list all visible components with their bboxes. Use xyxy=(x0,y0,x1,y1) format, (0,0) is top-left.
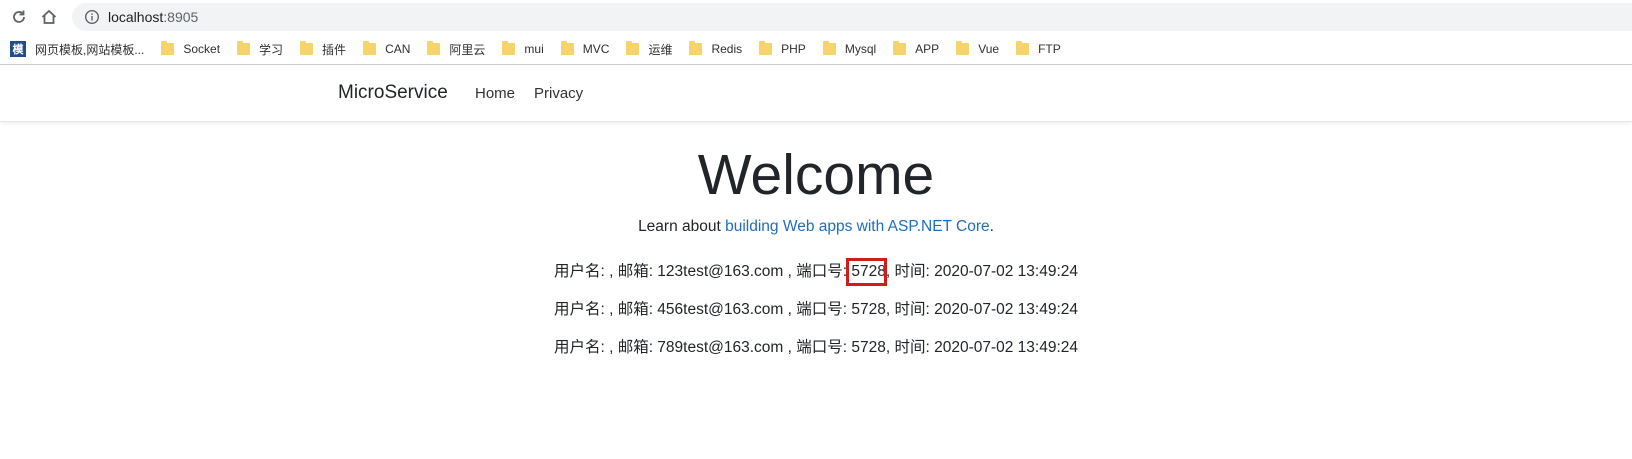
site-info-icon[interactable] xyxy=(84,9,100,30)
bookmark-label: 插件 xyxy=(322,42,347,57)
nav-home-link[interactable]: Home xyxy=(475,85,515,102)
learn-suffix: . xyxy=(989,218,994,235)
url-host: localhost xyxy=(108,9,164,25)
bookmark-label: Redis xyxy=(711,42,743,56)
folder-icon xyxy=(956,41,970,55)
row-prefix: 用户名: , 邮箱: 789test@163.com , 端口号: xyxy=(553,339,852,356)
bookmark-folder-mysql[interactable]: Mysql xyxy=(814,34,884,64)
port-highlighted: 5728 xyxy=(846,258,888,286)
folder-icon xyxy=(300,41,314,55)
bookmark-folder-can[interactable]: CAN xyxy=(354,34,418,64)
folder-icon xyxy=(822,41,836,55)
bookmark-folder-ftp[interactable]: FTP xyxy=(1007,34,1069,64)
brand-link[interactable]: MicroService xyxy=(338,82,448,104)
highlight-box xyxy=(846,258,888,286)
bookmark-label: FTP xyxy=(1038,42,1061,56)
folder-icon xyxy=(237,41,251,55)
folder-icon xyxy=(502,41,516,55)
bookmark-folder-ops[interactable]: 运维 xyxy=(617,34,680,64)
address-bar[interactable]: localhost:8905 xyxy=(72,3,1632,31)
folder-icon xyxy=(893,41,907,55)
row-prefix: 用户名: , 邮箱: 456test@163.com , 端口号: xyxy=(553,301,852,318)
user-row: 用户名: , 邮箱: 789test@163.com , 端口号: 5728, … xyxy=(0,335,1632,357)
bookmark-folder-redis[interactable]: Redis xyxy=(680,34,750,64)
bookmark-label: 网页模板,网站模板... xyxy=(35,42,145,57)
bookmarks-bar: 模 网页模板,网站模板... Socket 学习 插件 CAN 阿里云 mui … xyxy=(0,34,1632,65)
bookmark-site[interactable]: 模 网页模板,网站模板... xyxy=(0,34,152,64)
bookmark-label: APP xyxy=(915,42,940,56)
home-icon[interactable] xyxy=(38,6,60,28)
row-suffix: , 时间: 2020-07-02 13:49:24 xyxy=(885,339,1079,356)
bookmark-folder-mui[interactable]: mui xyxy=(493,34,551,64)
bookmark-label: Vue xyxy=(978,42,1000,56)
bookmark-label: Mysql xyxy=(844,42,877,56)
bookmark-folder-aliyun[interactable]: 阿里云 xyxy=(418,34,493,64)
bookmark-folder-socket[interactable]: Socket xyxy=(152,34,228,64)
user-row: 用户名: , 邮箱: 456test@163.com , 端口号: 5728, … xyxy=(0,297,1632,319)
bookmark-label: CAN xyxy=(385,42,411,56)
bookmark-folder-study[interactable]: 学习 xyxy=(228,34,291,64)
learn-prefix: Learn about xyxy=(638,218,726,235)
bookmark-label: 运维 xyxy=(648,42,673,57)
reload-icon[interactable] xyxy=(8,6,30,28)
folder-icon xyxy=(689,41,703,55)
folder-icon xyxy=(427,41,441,55)
bookmark-label: 阿里云 xyxy=(449,42,486,57)
bookmark-label: Socket xyxy=(183,42,221,56)
page-title: Welcome xyxy=(697,143,935,207)
row-suffix: , 时间: 2020-07-02 13:49:24 xyxy=(885,301,1079,318)
url-port: :8905 xyxy=(163,9,199,25)
row-prefix: 用户名: , 邮箱: 123test@163.com , 端口号: xyxy=(553,263,852,280)
bookmark-folder-vue[interactable]: Vue xyxy=(947,34,1007,64)
folder-icon xyxy=(759,41,773,55)
browser-toolbar: localhost:8905 xyxy=(0,0,1632,34)
port-value: 5728 xyxy=(851,301,886,318)
row-suffix: , 时间: 2020-07-02 13:49:24 xyxy=(885,263,1079,280)
bookmark-folder-mvc[interactable]: MVC xyxy=(552,34,618,64)
bookmark-folder-plugins[interactable]: 插件 xyxy=(291,34,354,64)
bookmark-label: 学习 xyxy=(259,42,284,57)
folder-icon xyxy=(161,41,175,55)
bookmark-label: PHP xyxy=(781,42,806,56)
url-text[interactable]: localhost:8905 xyxy=(108,9,198,25)
site-navbar: MicroService Home Privacy xyxy=(0,65,1632,122)
learn-line: Learn about building Web apps with ASP.N… xyxy=(0,218,1632,236)
folder-icon xyxy=(363,41,377,55)
bookmark-label: mui xyxy=(524,42,544,56)
nav-privacy-link[interactable]: Privacy xyxy=(534,85,583,102)
user-row: 用户名: , 邮箱: 123test@163.com , 端口号: 5728, … xyxy=(0,258,1632,286)
folder-icon xyxy=(560,41,574,55)
folder-icon xyxy=(626,41,640,55)
bookmark-folder-app[interactable]: APP xyxy=(884,34,947,64)
aspnet-docs-link[interactable]: building Web apps with ASP.NET Core xyxy=(725,218,990,235)
folder-icon xyxy=(1016,41,1030,55)
port-value: 5728 xyxy=(851,339,886,356)
bookmark-label: MVC xyxy=(582,42,610,56)
bookmark-folder-php[interactable]: PHP xyxy=(750,34,814,64)
site-favicon-icon: 模 xyxy=(10,41,26,57)
